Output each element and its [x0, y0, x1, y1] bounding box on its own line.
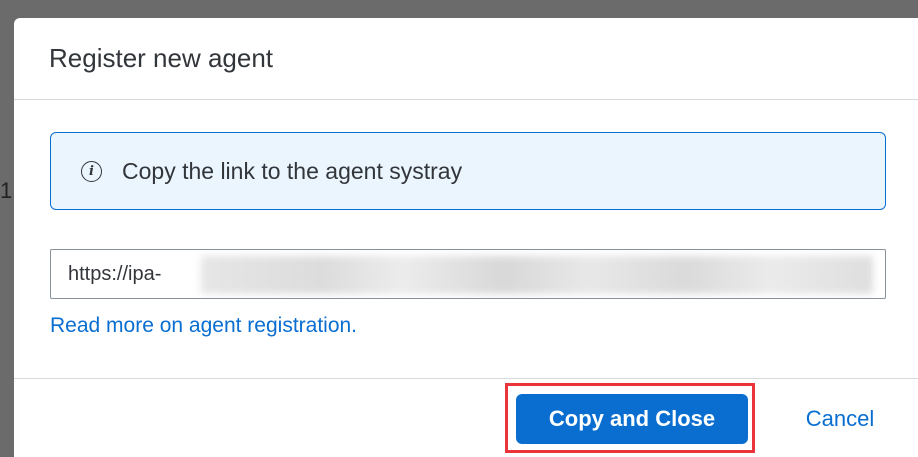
- redacted-link-blur: [201, 256, 873, 294]
- read-more-link[interactable]: Read more on agent registration.: [50, 314, 357, 338]
- info-icon: i: [81, 160, 102, 182]
- cancel-button[interactable]: Cancel: [784, 394, 896, 444]
- copy-and-close-button[interactable]: Copy and Close: [516, 394, 748, 444]
- dialog-title: Register new agent: [49, 43, 274, 73]
- info-message-strip: i Copy the link to the agent systray: [50, 132, 886, 210]
- info-message-text: Copy the link to the agent systray: [122, 157, 463, 184]
- dialog-footer: Copy and Close Cancel: [14, 378, 918, 457]
- register-agent-dialog: Register new agent i Copy the link to th…: [14, 18, 918, 457]
- agent-link-field[interactable]: [50, 249, 886, 299]
- background-partial-text: 1: [0, 178, 13, 203]
- dialog-header: Register new agent: [14, 18, 918, 100]
